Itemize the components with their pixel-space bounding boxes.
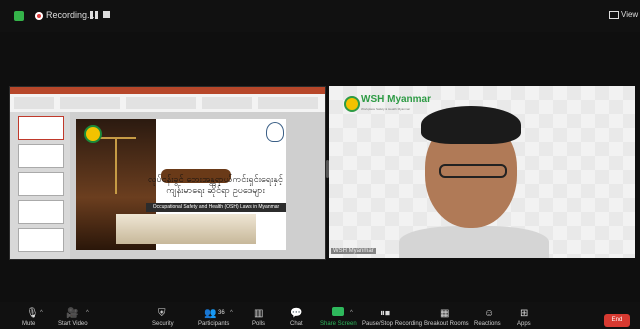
polls-label: Polls [252, 321, 266, 327]
slide-thumbnail[interactable] [18, 200, 64, 224]
slide-subtitle-band: Occupational Safety and Health (OSH) Law… [146, 203, 286, 212]
apps-label: Apps [517, 321, 531, 327]
reactions-label: Reactions [474, 321, 501, 327]
slide-thumbnail[interactable] [18, 116, 64, 140]
meeting-toolbar: 🎙 ^ Mute 🎥 ^ Start Video ⛨ Security 👥 36… [0, 302, 640, 329]
pause-stop-recording-label: Pause/Stop Recording [362, 321, 423, 327]
participants-icon: 👥 [204, 308, 217, 319]
powerpoint-title-bar [10, 87, 325, 94]
mute-label: Mute [22, 321, 36, 327]
microphone-icon: 🎙 [26, 308, 39, 319]
chevron-up-icon[interactable]: ^ [40, 310, 43, 316]
books-image [116, 214, 256, 244]
participant-name-tag: WSH Myanmar [331, 248, 376, 254]
ribbon-group [14, 97, 54, 109]
participant-glasses [439, 164, 507, 178]
background-org-subtitle: Workplace Safety & Health Myanmar [361, 107, 411, 111]
breakout-rooms-label: Breakout Rooms [424, 321, 469, 327]
participant-hair [421, 106, 521, 144]
video-off-icon: 🎥 [66, 308, 79, 319]
powerpoint-ribbon [10, 94, 325, 113]
security-button[interactable]: ⛨ Security [152, 302, 192, 329]
security-shield-icon[interactable] [14, 11, 24, 21]
slide-title: လုပ်ငန်းခွင် ဘေးအန္တရာယ်ကင်းရှင်းရေးနှင့… [148, 175, 283, 197]
apps-icon: ⊞ [520, 308, 529, 319]
reactions-icon: ☺ [484, 308, 495, 319]
chat-button[interactable]: 💬 Chat [286, 302, 316, 329]
breakout-rooms-icon: ▦ [440, 308, 450, 319]
justice-scale-image [96, 137, 136, 194]
slide-editing-area: လုပ်ငန်းခွင် ဘေးအန္တရာယ်ကင်းရှင်းရေးနှင့… [70, 112, 325, 259]
chat-label: Chat [290, 321, 303, 327]
participants-label: Participants [198, 321, 230, 327]
recording-status-label: Recording... [46, 10, 95, 20]
slide-thumbnail[interactable] [18, 172, 64, 196]
share-screen-icon [332, 307, 344, 316]
breakout-rooms-button[interactable]: ▦ Breakout Rooms [424, 302, 470, 329]
participant-video: WSH Myanmar Workplace Safety & Health My… [329, 86, 635, 258]
participants-button[interactable]: 👥 36 ^ Participants [198, 302, 246, 329]
shared-screen: လုပ်ငန်းခွင် ဘေးအန္တရာယ်ကင်းရှင်းရေးနှင့… [9, 86, 326, 260]
share-screen-button[interactable]: ^ Share Screen [318, 302, 358, 329]
meeting-top-bar: Recording... View [0, 0, 640, 32]
slide-title-line2: ကျန်းမာရေး ဆိုင်ရာ ဥပဒေများ [166, 186, 265, 196]
slide-thumbnail[interactable] [18, 228, 64, 252]
wsh-logo-icon [344, 96, 360, 112]
shield-icon: ⛨ [158, 308, 166, 319]
polls-icon: ▥ [254, 308, 264, 319]
view-button[interactable]: View [621, 10, 638, 19]
ribbon-group [60, 97, 120, 109]
reactions-button[interactable]: ☺ Reactions [474, 302, 508, 329]
wsh-logo-icon [84, 125, 102, 143]
participants-count: 36 [218, 310, 225, 316]
slide-title-line1: လုပ်ငန်းခွင် ဘေးအန္တရာယ်ကင်းရှင်းရေးနှင့… [148, 175, 283, 185]
government-seal-icon [266, 122, 284, 142]
security-label: Security [152, 321, 174, 327]
polls-button[interactable]: ▥ Polls [250, 302, 280, 329]
recording-indicator-icon [35, 12, 43, 20]
chat-icon: 💬 [290, 308, 303, 319]
end-meeting-button[interactable]: End [604, 314, 630, 327]
ribbon-group [258, 97, 318, 109]
view-grid-icon[interactable] [609, 11, 619, 19]
apps-button[interactable]: ⊞ Apps [514, 302, 544, 329]
share-screen-label: Share Screen [320, 321, 357, 327]
slide-thumbnail-panel [10, 112, 70, 259]
chevron-up-icon[interactable]: ^ [350, 310, 353, 316]
pause-stop-icon: ⏸⏹ [380, 308, 390, 319]
start-video-label: Start Video [58, 321, 88, 327]
slide-thumbnail[interactable] [18, 144, 64, 168]
participant-shirt [399, 226, 549, 258]
ribbon-group [202, 97, 252, 109]
ribbon-group [126, 97, 196, 109]
background-org-title: WSH Myanmar [361, 94, 432, 105]
chevron-up-icon[interactable]: ^ [230, 310, 233, 316]
pause-recording-icon[interactable] [90, 10, 100, 20]
current-slide: လုပ်ငန်းခွင် ဘေးအန္တရာယ်ကင်းရှင်းရေးနှင့… [76, 119, 286, 250]
pause-stop-recording-button[interactable]: ⏸⏹ Pause/Stop Recording [360, 302, 423, 329]
start-video-button[interactable]: 🎥 ^ Start Video [58, 302, 108, 329]
chevron-up-icon[interactable]: ^ [86, 310, 89, 316]
mute-button[interactable]: 🎙 ^ Mute [20, 302, 60, 329]
stop-recording-icon[interactable] [103, 11, 110, 18]
